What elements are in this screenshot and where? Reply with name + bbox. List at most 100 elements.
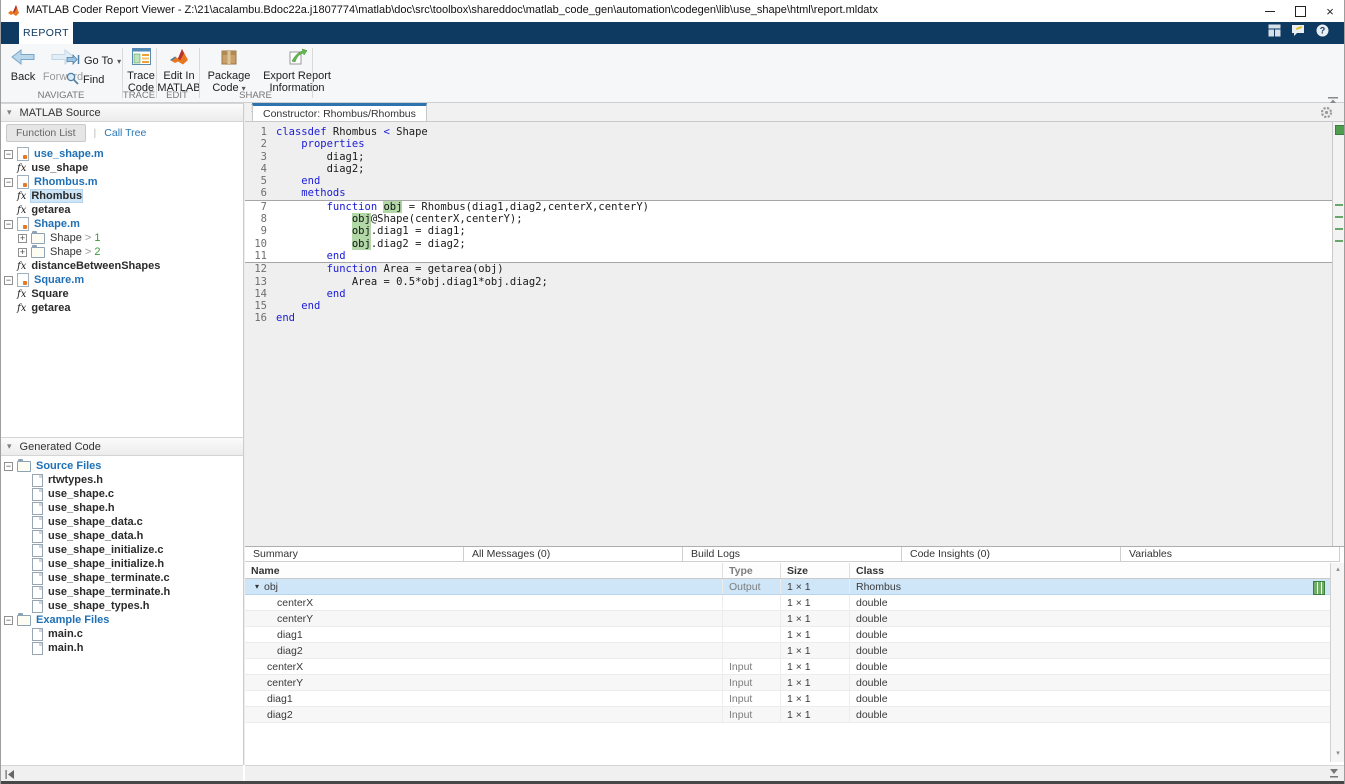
code-line[interactable]: 13 Area = 0.5*obj.diag1*obj.diag2; bbox=[245, 276, 1332, 288]
code-line[interactable]: 8 obj@Shape(centerX,centerY); bbox=[245, 213, 1332, 225]
code-line[interactable]: 3 diag1; bbox=[245, 151, 1332, 163]
trace-mark-icon[interactable] bbox=[1335, 204, 1343, 206]
scroll-up-icon[interactable]: ▴ bbox=[1331, 565, 1345, 573]
tree-item-label[interactable]: use_shape_data.c bbox=[48, 516, 143, 528]
code-line[interactable]: 6 methods bbox=[245, 187, 1332, 199]
tree-item[interactable]: fxSquare bbox=[0, 287, 243, 301]
tree-item[interactable]: −Square.m bbox=[0, 273, 243, 287]
variable-table-icon[interactable] bbox=[1313, 581, 1325, 595]
bottom-tab-variables[interactable]: Variables bbox=[1121, 547, 1340, 562]
minimize-button[interactable] bbox=[1255, 0, 1285, 22]
collapse-box-icon[interactable]: − bbox=[4, 150, 13, 159]
trace-code-button[interactable]: TraceCode bbox=[126, 48, 156, 94]
code-line[interactable]: 4 diag2; bbox=[245, 163, 1332, 175]
bottom-tab-summary[interactable]: Summary bbox=[245, 547, 464, 562]
tree-item-label[interactable]: rtwtypes.h bbox=[48, 474, 103, 486]
collapse-box-icon[interactable]: − bbox=[4, 178, 13, 187]
editor-tab-constructor[interactable]: Constructor: Rhombus/Rhombus bbox=[252, 103, 427, 122]
column-header-type[interactable]: Type bbox=[722, 563, 780, 578]
trace-mark-icon[interactable] bbox=[1335, 228, 1343, 230]
back-button[interactable]: Back bbox=[4, 48, 42, 83]
tree-item-label[interactable]: use_shape_types.h bbox=[48, 600, 150, 612]
code-line[interactable]: 14 end bbox=[245, 288, 1332, 300]
tree-item-label[interactable]: use_shape_terminate.h bbox=[48, 586, 170, 598]
code-editor[interactable]: 1classdef Rhombus < Shape2 properties3 d… bbox=[245, 122, 1332, 546]
tree-item[interactable]: − Rhombus.m bbox=[0, 175, 243, 189]
tab-report[interactable]: REPORT bbox=[19, 22, 73, 44]
tree-item-label[interactable]: use_shape_initialize.h bbox=[48, 558, 164, 570]
tree-item-label[interactable]: use_shape.h bbox=[48, 502, 115, 514]
scroll-to-end-icon[interactable] bbox=[1329, 769, 1339, 779]
tree-item-label[interactable]: Rhombus.m bbox=[34, 176, 98, 188]
code-line[interactable]: 7 function obj = Rhombus(diag1,diag2,cen… bbox=[245, 201, 1332, 213]
expand-box-icon[interactable]: + bbox=[18, 248, 27, 257]
tree-item-label[interactable]: use_shape_initialize.c bbox=[48, 544, 164, 556]
code-line[interactable]: 16end bbox=[245, 312, 1332, 324]
tree-item[interactable]: use_shape_data.c bbox=[0, 515, 243, 529]
table-row[interactable]: centerY1 × 1double bbox=[245, 611, 1330, 627]
tree-item[interactable]: use_shape_terminate.h bbox=[0, 585, 243, 599]
tree-item[interactable]: use_shape.c bbox=[0, 487, 243, 501]
table-row[interactable]: diag1Input1 × 1double bbox=[245, 691, 1330, 707]
code-line[interactable]: 2 properties bbox=[245, 138, 1332, 150]
tree-item-label[interactable]: distanceBetweenShapes bbox=[31, 260, 160, 272]
tree-item[interactable]: use_shape_types.h bbox=[0, 599, 243, 613]
collapse-box-icon[interactable]: − bbox=[4, 616, 13, 625]
tree-item[interactable]: − Example Files bbox=[0, 613, 243, 627]
goto-button[interactable]: Go To ▾ bbox=[66, 54, 121, 68]
tree-item-label[interactable]: Square bbox=[31, 288, 68, 300]
tree-item[interactable]: main.c bbox=[0, 627, 243, 641]
column-header-size[interactable]: Size bbox=[780, 563, 849, 578]
tree-item[interactable]: main.h bbox=[0, 641, 243, 655]
trace-mark-icon[interactable] bbox=[1335, 216, 1343, 218]
tree-item[interactable]: +Shape > 1 bbox=[0, 231, 243, 245]
tab-function-list[interactable]: Function List bbox=[6, 124, 86, 142]
table-row[interactable]: diag2Input1 × 1double bbox=[245, 707, 1330, 723]
column-header-class[interactable]: Class bbox=[849, 563, 1330, 578]
maximize-button[interactable] bbox=[1285, 0, 1315, 22]
left-panel-hscrollbar[interactable] bbox=[0, 765, 243, 781]
tree-item[interactable]: fxuse_shape bbox=[0, 161, 243, 175]
tree-item[interactable]: use_shape.h bbox=[0, 501, 243, 515]
tree-item-label[interactable]: main.h bbox=[48, 642, 83, 654]
code-line[interactable]: 5 end bbox=[245, 175, 1332, 187]
matlab-source-header[interactable]: ▾ MATLAB Source bbox=[0, 103, 243, 122]
tree-item-label[interactable]: use_shape_terminate.c bbox=[48, 572, 170, 584]
bottom-tab-all-messages-[interactable]: All Messages (0) bbox=[464, 547, 683, 562]
tree-item-label[interactable]: Example Files bbox=[36, 614, 109, 626]
tree-item-label[interactable]: use_shape.c bbox=[48, 488, 114, 500]
table-scrollbar[interactable]: ▴ ▾ bbox=[1330, 563, 1345, 762]
tree-item-label[interactable]: getarea bbox=[31, 204, 70, 216]
tree-item-label[interactable]: Shape > 2 bbox=[50, 246, 100, 258]
tree-item-label[interactable]: Rhombus bbox=[31, 190, 82, 202]
tree-item[interactable]: use_shape_initialize.h bbox=[0, 557, 243, 571]
scroll-down-icon[interactable]: ▾ bbox=[1331, 749, 1345, 757]
tree-item[interactable]: −Shape.m bbox=[0, 217, 243, 231]
tree-item-label[interactable]: main.c bbox=[48, 628, 83, 640]
code-line[interactable]: 11 end bbox=[245, 250, 1332, 262]
tree-item-label[interactable]: Square.m bbox=[34, 274, 84, 286]
code-line[interactable]: 10 obj.diag2 = diag2; bbox=[245, 238, 1332, 250]
tree-item[interactable]: use_shape_terminate.c bbox=[0, 571, 243, 585]
tree-item-label[interactable]: getarea bbox=[31, 302, 70, 314]
tree-item[interactable]: fxgetarea bbox=[0, 301, 243, 315]
tree-item-label[interactable]: use_shape bbox=[31, 162, 88, 174]
code-line[interactable]: 1classdef Rhombus < Shape bbox=[245, 126, 1332, 138]
feedback-icon[interactable] bbox=[1291, 24, 1306, 42]
expand-box-icon[interactable]: + bbox=[18, 234, 27, 243]
package-code-button[interactable]: PackageCode ▾ bbox=[205, 48, 253, 95]
tree-item-label[interactable]: use_shape_data.h bbox=[48, 530, 143, 542]
export-report-button[interactable]: Export ReportInformation bbox=[258, 48, 336, 94]
tree-item[interactable]: + Shape > 2 bbox=[0, 245, 243, 259]
tree-item[interactable]: use_shape_data.h bbox=[0, 529, 243, 543]
code-line[interactable]: 12 function Area = getarea(obj) bbox=[245, 263, 1332, 275]
table-row[interactable]: centerXInput1 × 1double bbox=[245, 659, 1330, 675]
bottom-tab-build-logs[interactable]: Build Logs bbox=[683, 547, 902, 562]
bottom-tab-code-insights-[interactable]: Code Insights (0) bbox=[902, 547, 1121, 562]
table-row[interactable]: centerX1 × 1double bbox=[245, 595, 1330, 611]
edit-in-matlab-button[interactable]: Edit InMATLAB bbox=[160, 48, 198, 94]
code-line[interactable]: 9 obj.diag1 = diag1; bbox=[245, 225, 1332, 237]
table-row[interactable]: centerYInput1 × 1double bbox=[245, 675, 1330, 691]
tree-item-label[interactable]: Shape.m bbox=[34, 218, 80, 230]
tree-item[interactable]: −Source Files bbox=[0, 459, 243, 473]
